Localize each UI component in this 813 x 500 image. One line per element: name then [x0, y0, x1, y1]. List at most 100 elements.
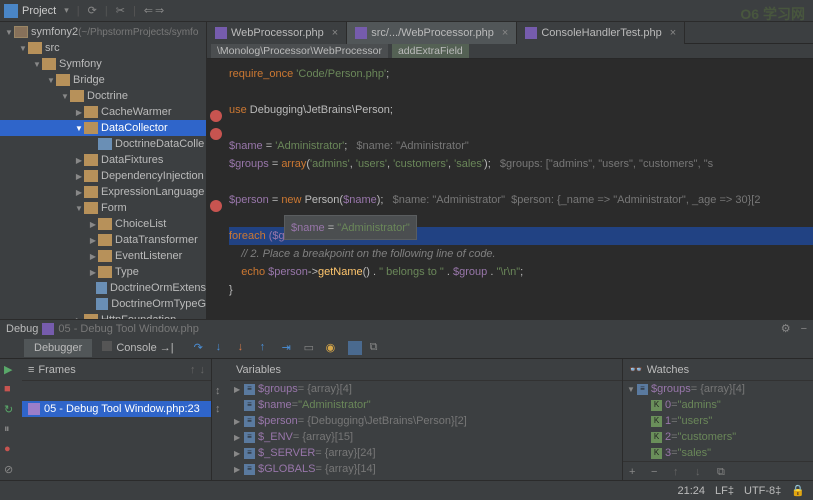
dropdown-icon[interactable]: ▾ [64, 5, 69, 16]
tree-node[interactable]: ▶DataTransformer [0, 232, 206, 248]
filter-icon[interactable]: ↕ [215, 403, 227, 415]
frame-file-icon [28, 403, 40, 415]
remove-watch-icon[interactable]: − [651, 466, 663, 478]
copy-icon[interactable]: ⧉ [717, 466, 729, 478]
tree-node[interactable]: DoctrineOrmExtens [0, 280, 206, 296]
close-icon[interactable]: × [332, 27, 338, 39]
editor-tab[interactable]: WebProcessor.php× [207, 22, 347, 44]
lock-icon[interactable]: 🔒 [791, 484, 805, 497]
tree-node[interactable]: DoctrineOrmTypeG [0, 296, 206, 312]
status-lf[interactable]: LF‡ [715, 485, 734, 497]
tree-node[interactable]: ▼Symfony [0, 56, 206, 72]
filter-icon[interactable]: ↕ [215, 385, 227, 397]
status-enc[interactable]: UTF-8‡ [744, 485, 781, 497]
frame-row[interactable]: 05 - Debug Tool Window.php:23 [22, 401, 211, 417]
restart-icon[interactable]: ↻ [4, 403, 18, 417]
run-to-cursor-icon[interactable]: ⇥ [282, 341, 296, 355]
var-row[interactable]: ▼≡$groups = {array} [4] [623, 381, 813, 397]
breadcrumb-method[interactable]: addExtraField [392, 44, 469, 58]
main-toolbar: Project ▾ | ⟳ | ✂ | ⇐ ⇒ [0, 0, 813, 22]
resume-icon[interactable]: ▶ [4, 363, 18, 377]
project-label[interactable]: Project [22, 5, 56, 17]
var-row[interactable]: ▶≡$_SERVER = {array} [24] [230, 445, 622, 461]
value-tooltip: $name = "Administrator" [284, 215, 417, 240]
frame-label: 05 - Debug Tool Window.php:23 [44, 403, 200, 415]
step-out-icon[interactable]: ↑ [260, 341, 274, 355]
breakpoint-icon[interactable] [210, 128, 222, 140]
debug-body: ▶ ■ ↻ ⏸ ● ⊘ ≡ Frames ↑ ↓ 05 - Debug Tool… [0, 359, 813, 481]
tree-node[interactable]: ▶DataFixtures [0, 152, 206, 168]
toolbar-icon[interactable]: ⇐ [144, 4, 153, 17]
debug-title: Debug [6, 323, 38, 335]
tree-node[interactable]: ▶ChoiceList [0, 216, 206, 232]
layout-icon[interactable] [348, 341, 362, 355]
tree-node[interactable]: ▼Form [0, 200, 206, 216]
view-bp-icon[interactable]: ● [4, 443, 18, 457]
tree-node[interactable]: ▶DependencyInjection [0, 168, 206, 184]
breadcrumb-ns[interactable]: \Monolog\Processor\WebProcessor [211, 44, 388, 58]
gutter[interactable] [207, 59, 225, 319]
var-row[interactable]: K1 = "users" [623, 413, 813, 429]
var-row[interactable]: ▶≡$GLOBALS = {array} [14] [230, 461, 622, 477]
var-row[interactable]: ▶≡$groups = {array} [4] [230, 381, 622, 397]
var-row[interactable]: ▶≡$person = {Debugging\JetBrains\Person}… [230, 413, 622, 429]
tree-node[interactable]: ▼Bridge [0, 72, 206, 88]
settings-icon[interactable]: ◉ [326, 341, 340, 355]
var-row[interactable]: ≡$name = "Administrator" [230, 397, 622, 413]
down-icon[interactable]: ↓ [695, 466, 707, 478]
close-icon[interactable]: × [670, 27, 676, 39]
minimize-icon[interactable]: − [801, 323, 807, 335]
var-row[interactable]: K0 = "admins" [623, 397, 813, 413]
tree-node[interactable]: ▶HttpFoundation [0, 312, 206, 319]
watches-tree[interactable]: ▼≡$groups = {array} [4]K0 = "admins"K1 =… [623, 381, 813, 461]
evaluate-icon[interactable]: ▭ [304, 341, 318, 355]
vars-title: Variables [236, 364, 281, 376]
mute-bp-icon[interactable]: ⊘ [4, 463, 18, 477]
frames-header: ≡ Frames ↑ ↓ [22, 359, 211, 381]
variables-tree[interactable]: ▶≡$groups = {array} [4]≡$name = "Adminis… [230, 381, 622, 477]
gear-icon[interactable]: ⚙ [781, 322, 791, 335]
frames-icon: ≡ [28, 364, 34, 376]
up-icon[interactable]: ↑ [673, 466, 685, 478]
project-icon [4, 4, 18, 18]
stop-icon[interactable]: ■ [4, 383, 18, 397]
tab-console[interactable]: Console →| [92, 338, 183, 357]
code-editor[interactable]: require_once 'Code/Person.php'; use Debu… [207, 59, 813, 319]
breakpoint-icon[interactable] [210, 200, 222, 212]
editor-tab[interactable]: ConsoleHandlerTest.php× [517, 22, 685, 44]
nav-up-icon[interactable]: ↑ [190, 364, 196, 376]
status-pos[interactable]: 21:24 [678, 485, 706, 497]
tree-node[interactable]: ▼DataCollector [0, 120, 206, 136]
project-tree[interactable]: ▼symfony2(~/PhpstormProjects/symfo▼src▼S… [0, 22, 206, 319]
copy-icon[interactable]: ⧉ [370, 341, 384, 355]
tree-node[interactable]: ▼src [0, 40, 206, 56]
step-into-my-icon[interactable]: ↓ [238, 341, 252, 355]
tree-node[interactable]: ▶CacheWarmer [0, 104, 206, 120]
step-into-icon[interactable]: ↓ [216, 341, 230, 355]
tree-node[interactable]: ▼Doctrine [0, 88, 206, 104]
pause-icon[interactable]: ⏸ [4, 423, 18, 437]
editor-tab[interactable]: src/.../WebProcessor.php× [347, 22, 517, 44]
toolbar-icon[interactable]: ⟳ [88, 4, 97, 17]
step-over-icon[interactable]: ↷ [194, 341, 208, 355]
tree-node[interactable]: ▶Type [0, 264, 206, 280]
watches-toolbar: + − ↑ ↓ ⧉ [623, 461, 813, 481]
tree-node[interactable]: ▶EventListener [0, 248, 206, 264]
tab-debugger[interactable]: Debugger [24, 339, 92, 357]
var-row[interactable]: K2 = "customers" [623, 429, 813, 445]
watches-header: 👓 Watches [623, 359, 813, 381]
watches-title: Watches [647, 364, 689, 376]
close-icon[interactable]: × [502, 27, 508, 39]
tree-node[interactable]: DoctrineDataColle [0, 136, 206, 152]
variables-header: Variables [230, 359, 622, 381]
add-watch-icon[interactable]: + [629, 466, 641, 478]
toolbar-icon[interactable]: ✂ [116, 4, 125, 17]
tree-node[interactable]: ▶ExpressionLanguage [0, 184, 206, 200]
breakpoint-icon[interactable] [210, 110, 222, 122]
var-row[interactable]: K3 = "sales" [623, 445, 813, 461]
nav-down-icon[interactable]: ↓ [200, 364, 206, 376]
var-row[interactable]: ▶≡$_ENV = {array} [15] [230, 429, 622, 445]
toolbar-icon[interactable]: ⇒ [155, 4, 164, 17]
tree-node[interactable]: ▼symfony2(~/PhpstormProjects/symfo [0, 24, 206, 40]
status-bar: 21:24 LF‡ UTF-8‡ 🔒 [0, 480, 813, 500]
